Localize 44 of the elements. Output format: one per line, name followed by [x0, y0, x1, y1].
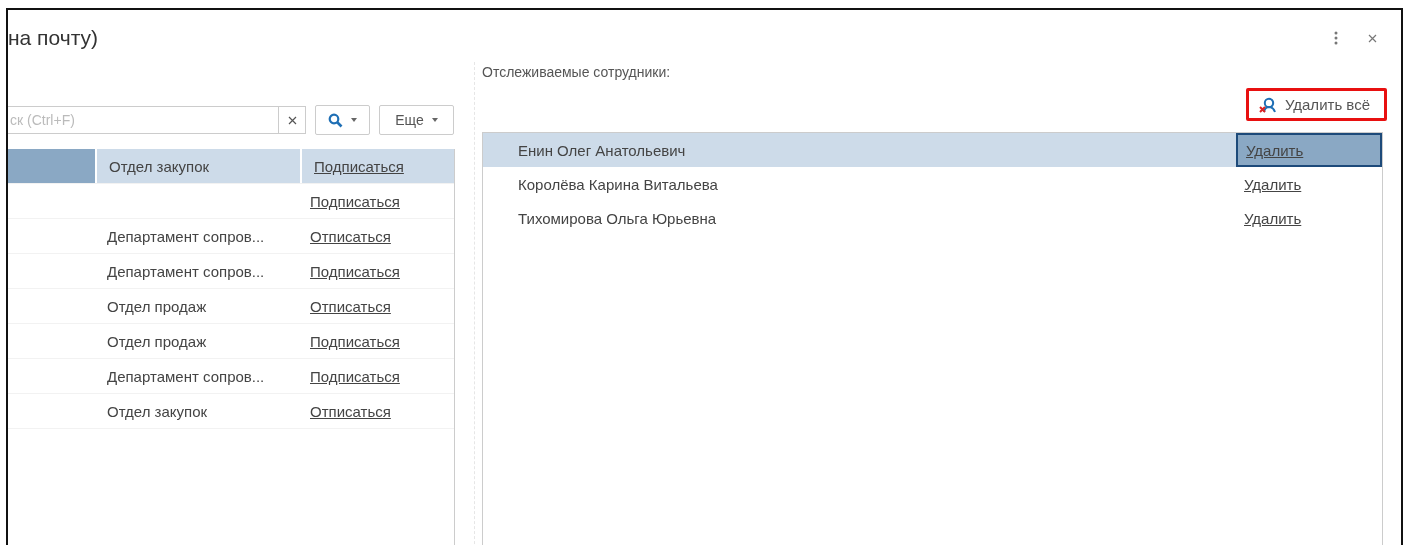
subscription-link[interactable]: Подписаться [310, 262, 400, 280]
employee-name: Енин Олег Анатольевич [517, 141, 687, 159]
table-cell: Отдел закупок [107, 402, 208, 420]
caret-icon [351, 118, 357, 122]
employee-name: Королёва Карина Витальева [517, 175, 719, 193]
table-row[interactable]: Отдел закупок Отписаться [8, 394, 454, 429]
search-button[interactable] [315, 105, 370, 135]
table-row[interactable]: Тихомирова Ольга Юрьевна Удалить [483, 201, 1382, 235]
clear-icon[interactable] [287, 115, 297, 125]
table-cell: Отдел продаж [107, 297, 207, 315]
table-row[interactable]: Департамент сопров... Подписаться [8, 254, 454, 289]
subscription-link[interactable]: Подписаться [310, 367, 400, 385]
subscription-link[interactable]: Отписаться [310, 402, 391, 420]
search-field[interactable]: ск (Ctrl+F) [8, 106, 278, 134]
subscription-link[interactable]: Отписаться [310, 227, 391, 245]
employee-name: Тихомирова Ольга Юрьевна [517, 209, 718, 227]
table-row[interactable]: Отдел продаж Отписаться [8, 289, 454, 324]
table-row[interactable]: Королёва Карина Витальева Удалить [483, 167, 1382, 201]
section-label: Отслеживаемые сотрудники: [482, 64, 672, 80]
table-cell: Департамент сопров... [107, 227, 265, 245]
search-icon [328, 112, 343, 128]
more-button[interactable]: Еще [379, 105, 454, 135]
user-remove-icon [1258, 96, 1277, 113]
table-cell: Отдел продаж [107, 332, 207, 350]
table-row[interactable]: Департамент сопров... Подписаться [8, 359, 454, 394]
remove-all-button[interactable]: Удалить всё [1245, 88, 1387, 121]
subscription-link[interactable]: Подписаться [314, 157, 404, 175]
close-icon[interactable] [1368, 33, 1377, 43]
table-row[interactable]: Отдел закупок Подписаться [8, 149, 454, 184]
table-row[interactable]: Департамент сопров... Отписаться [8, 219, 454, 254]
subscription-link[interactable]: Подписаться [310, 192, 400, 210]
table-cell: Департамент сопров... [107, 262, 265, 280]
remove-link[interactable]: Удалить [1244, 175, 1302, 193]
more-icon[interactable] [1334, 31, 1338, 45]
table-row[interactable]: Отдел продаж Подписаться [8, 324, 454, 359]
table-cell: Департамент сопров... [107, 367, 265, 385]
table-row[interactable]: Подписаться [8, 184, 454, 219]
window-title: на почту) [8, 26, 99, 50]
subscription-link[interactable]: Подписаться [310, 332, 400, 350]
table-cell: Отдел закупок [109, 157, 210, 175]
caret-icon [431, 118, 438, 122]
table-row[interactable]: Енин Олег Анатольевич Удалить [483, 133, 1382, 167]
subscription-link[interactable]: Отписаться [310, 297, 391, 315]
remove-link[interactable]: Удалить [1244, 209, 1302, 227]
